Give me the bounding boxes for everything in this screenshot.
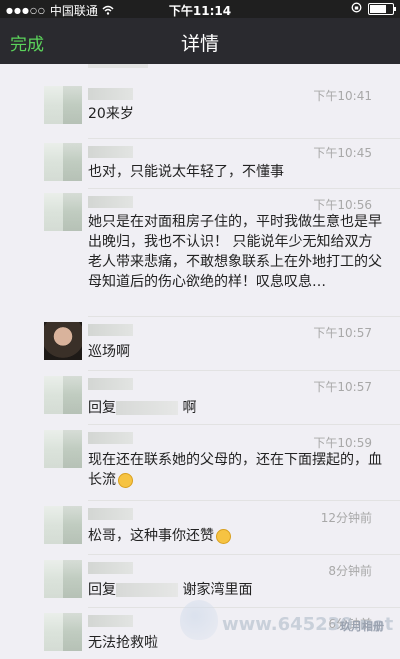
list-item[interactable]: 下午10:56 她只是在对面租房子住的，平时我做生意也是早出晚归，我也不认识！ …: [0, 188, 400, 316]
reply-text: 啊: [182, 400, 197, 416]
blurred-username: [88, 432, 133, 444]
reply-text: 谢家湾里面: [182, 582, 253, 598]
divider: [88, 316, 400, 317]
comment-text: 也对，只能说太年轻了，不懂事: [88, 164, 284, 180]
comment-time: 12分钟前: [320, 511, 372, 525]
comment-feed[interactable]: 下午10:41 20来岁 下午10:45 也对，只能说太年轻了，不懂事 下午10…: [0, 64, 400, 659]
list-item[interactable]: 8分钟前 回复 谢家湾里面: [0, 554, 400, 606]
comment-time: 下午10:41: [313, 89, 372, 103]
blurred-username: [88, 324, 133, 336]
avatar[interactable]: [44, 322, 82, 360]
avatar[interactable]: [44, 430, 82, 468]
comment-text: 回复 谢家湾里面: [88, 580, 382, 600]
reply-prefix: 回复: [88, 582, 116, 598]
sweat-emoji-icon: [118, 472, 133, 488]
comment-text: 巡场啊: [88, 344, 130, 360]
blurred-username: [88, 196, 133, 208]
list-item[interactable]: 下午10:59 现在还在联系她的父母的，还在下面摆起的，血长流: [0, 424, 400, 500]
divider: [88, 370, 400, 371]
divider: [88, 188, 400, 189]
blurred-username: [88, 615, 133, 627]
comment-time: 下午10:57: [313, 326, 372, 340]
divider: [88, 554, 400, 555]
reply-prefix: 回复: [88, 400, 116, 416]
watermark-logo: [180, 600, 218, 640]
blurred-mention: [116, 401, 178, 415]
list-item[interactable]: 下午10:41 20来岁: [0, 84, 400, 134]
comment-time: 下午10:57: [313, 380, 372, 394]
lock-rotation-icon: [351, 2, 362, 16]
blurred-username: [88, 508, 133, 520]
list-item[interactable]: 下午10:57 巡场啊: [0, 316, 400, 370]
blurred-mention: [116, 583, 178, 597]
avatar[interactable]: [44, 560, 82, 598]
cropped-previous-comment: [88, 64, 148, 68]
list-item[interactable]: 下午10:45 也对，只能说太年轻了，不懂事: [0, 138, 400, 188]
list-item[interactable]: 下午10:57 回复 啊: [0, 370, 400, 424]
blurred-username: [88, 562, 133, 574]
status-time: 下午11:14: [168, 4, 232, 18]
comment-text: 20来岁: [88, 106, 134, 122]
nav-bar: 完成 详情: [0, 18, 400, 64]
comment-text-body: 松哥，这种事你还赞: [88, 528, 214, 544]
comment-time: 8分钟前: [328, 564, 372, 578]
laugh-emoji-icon: [216, 528, 231, 544]
avatar[interactable]: [44, 86, 82, 124]
avatar[interactable]: [44, 193, 82, 231]
watermark: www.645230.net 玖月相册: [180, 600, 400, 658]
comment-text: 松哥，这种事你还赞: [88, 526, 382, 546]
blurred-username: [88, 378, 133, 390]
comment-text: 现在还在联系她的父母的，还在下面摆起的，血长流: [88, 450, 382, 490]
divider: [88, 138, 400, 139]
comment-time: 下午10:56: [313, 198, 372, 212]
avatar[interactable]: [44, 613, 82, 651]
avatar[interactable]: [44, 376, 82, 414]
comment-text: 她只是在对面租房子住的，平时我做生意也是早出晚归，我也不认识！ 只能说年少无知给…: [88, 214, 382, 290]
blurred-username: [88, 88, 133, 100]
avatar[interactable]: [44, 143, 82, 181]
page-title: 详情: [180, 33, 219, 55]
avatar[interactable]: [44, 506, 82, 544]
divider: [88, 500, 400, 501]
list-item[interactable]: 12分钟前 松哥，这种事你还赞: [0, 500, 400, 552]
status-bar: ●●●○○ 中国联通 下午11:14: [0, 0, 400, 18]
watermark-wechat-label: 玖月相册: [340, 620, 384, 633]
comment-time: 下午10:45: [313, 146, 372, 160]
divider: [88, 424, 400, 425]
blurred-username: [88, 146, 133, 158]
comment-time: 下午10:59: [313, 436, 372, 450]
battery-icon: [368, 3, 396, 15]
comment-text: 回复 啊: [88, 398, 382, 418]
